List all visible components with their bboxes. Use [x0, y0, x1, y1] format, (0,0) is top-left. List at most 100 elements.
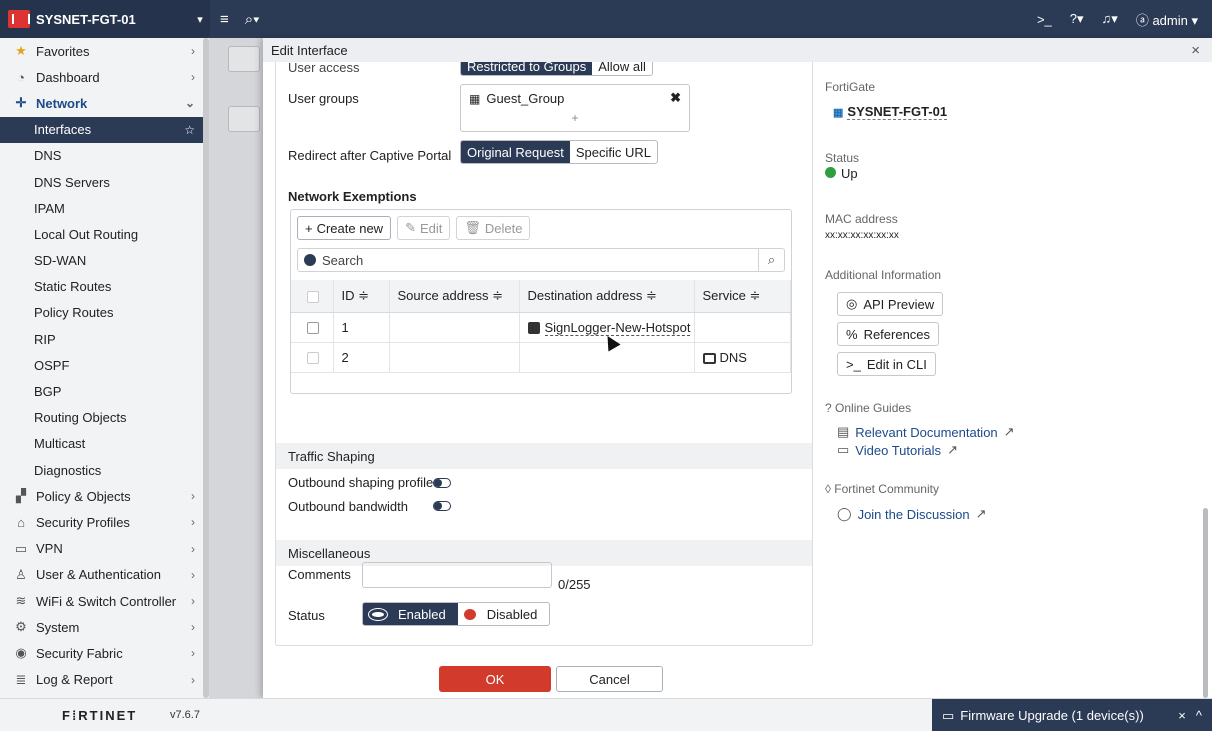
column-header-service[interactable]: Service ≑	[694, 280, 791, 313]
redirect-original-request-option[interactable]: Original Request	[461, 141, 570, 163]
status-enabled-option[interactable]: Enabled	[363, 603, 458, 625]
row-checkbox[interactable]	[307, 322, 319, 335]
sidebar-item-static-routes[interactable]: Static Routes	[0, 274, 209, 300]
info-sidebar: FortiGate ▦ SYSNET-FGT-01 Status Up MAC a…	[823, 78, 1203, 678]
sidebar-item-interfaces[interactable]: Interfaces ☆	[0, 116, 209, 143]
sidebar-item-diagnostics[interactable]: Diagnostics	[0, 457, 209, 483]
sidebar-item-bgp[interactable]: BGP	[0, 378, 209, 404]
row-checkbox[interactable]	[307, 352, 319, 365]
user-groups-field[interactable]: ▦ Guest_Group ✖ +	[460, 84, 690, 132]
column-header-destination[interactable]: Destination address ≑	[519, 280, 695, 313]
create-new-button[interactable]: + Create new	[297, 216, 392, 240]
sidebar-item-security-fabric[interactable]: ◉ Security Fabric ›	[0, 640, 209, 666]
dashboard-icon: ◔	[17, 69, 25, 85]
close-icon[interactable]: ×	[1178, 708, 1186, 723]
edit-interface-panel: Edit Interface × User access Restricted …	[263, 38, 1212, 698]
edit-in-cli-button[interactable]: >_ Edit in CLI	[837, 352, 936, 376]
sidebar-item-favorites[interactable]: ★ Favorites ›	[0, 38, 209, 64]
sidebar-item-dns-servers[interactable]: DNS Servers	[0, 169, 209, 195]
cancel-button[interactable]: Cancel	[556, 666, 663, 692]
sidebar-item-vpn[interactable]: ▭ VPN ›	[0, 536, 209, 562]
edit-in-cli-label: Edit in CLI	[866, 356, 927, 372]
sidebar-item-sd-wan[interactable]: SD-WAN	[0, 248, 209, 274]
video-tutorials-link[interactable]: ▭ Video Tutorials ↗	[837, 442, 958, 458]
column-header-id[interactable]: ID ≑	[333, 280, 390, 313]
device-selector[interactable]: SYSNET-FGT-01 ▾	[0, 0, 210, 38]
chevron-right-icon: ›	[191, 620, 195, 635]
sidebar-item-ospf[interactable]: OSPF	[0, 352, 209, 378]
sidebar-item-network[interactable]: ✛ Network ⌄	[0, 90, 209, 116]
outbound-shaping-profile-toggle[interactable]	[433, 478, 451, 488]
row-checkbox-cell[interactable]	[291, 342, 334, 373]
comments-textarea[interactable]	[362, 562, 552, 588]
sidebar-item-label: DNS Servers	[34, 174, 110, 190]
user-access-restricted-option[interactable]: Restricted to Groups	[461, 62, 593, 75]
status-disabled-option[interactable]: Disabled	[458, 603, 550, 625]
outbound-shaping-profile-label: Outbound shaping profile	[288, 475, 434, 490]
sidebar-item-system[interactable]: ⚙ System ›	[0, 614, 209, 640]
sidebar-item-dns[interactable]: DNS	[0, 143, 209, 169]
fortigate-value[interactable]: ▦ SYSNET-FGT-01	[833, 104, 948, 120]
row-checkbox-cell[interactable]	[291, 312, 334, 343]
chevron-down-icon[interactable]: ▾	[190, 13, 210, 26]
status-enabled-label: Enabled	[398, 606, 446, 622]
search-bar[interactable]: Search ⌕	[297, 248, 785, 272]
enabled-icon	[369, 608, 387, 620]
eye-icon: ◎	[846, 296, 858, 311]
search-icon[interactable]: ⌕	[758, 249, 784, 271]
user-access-toggle[interactable]: Restricted to Groups Allow all	[460, 62, 653, 76]
menu-toggle-icon[interactable]: ≡	[220, 11, 229, 28]
chevron-up-icon[interactable]: ^	[1196, 708, 1202, 723]
api-preview-button[interactable]: ◎ API Preview	[837, 292, 944, 316]
select-all-checkbox-cell[interactable]	[291, 280, 334, 313]
sidebar-item-multicast[interactable]: Multicast	[0, 431, 209, 457]
search-icon[interactable]: ⌕▾	[245, 11, 260, 28]
sidebar-item-local-out-routing[interactable]: Local Out Routing	[0, 221, 209, 247]
notifications-bell-icon[interactable]: ♫▾	[1102, 11, 1118, 27]
relevant-documentation-link[interactable]: ▤ Relevant Documentation ↗	[837, 424, 1015, 440]
cli-console-icon[interactable]: >_	[1037, 12, 1052, 27]
delete-button[interactable]: 🗑 Delete	[456, 216, 531, 240]
ok-button[interactable]: OK	[439, 666, 551, 692]
sidebar-scrollbar[interactable]	[203, 38, 209, 698]
sidebar-item-policy-objects[interactable]: ▞ Policy & Objects ›	[0, 483, 209, 509]
sidebar-item-wifi-switch-controller[interactable]: ≋ WiFi & Switch Controller ›	[0, 588, 209, 614]
references-button[interactable]: % References	[837, 322, 940, 346]
join-discussion-link[interactable]: ◯ Join the Discussion ↗	[837, 506, 986, 522]
sidebar-item-dashboard[interactable]: ◔ Dashboard ›	[0, 64, 209, 90]
cli-icon: >_	[846, 356, 861, 372]
sidebar-item-ipam[interactable]: IPAM	[0, 195, 209, 221]
user-access-allow-all-option[interactable]: Allow all	[592, 62, 652, 75]
add-icon[interactable]: +	[461, 111, 689, 125]
redirect-specific-url-option[interactable]: Specific URL	[570, 141, 657, 163]
sidebar-item-rip[interactable]: RIP	[0, 326, 209, 352]
panel-scrollbar[interactable]	[1203, 508, 1208, 698]
status-toggle[interactable]: Enabled Disabled	[362, 602, 551, 626]
star-outline-icon[interactable]: ☆	[184, 123, 195, 137]
select-all-checkbox[interactable]	[307, 290, 319, 303]
sidebar-item-routing-objects[interactable]: Routing Objects	[0, 405, 209, 431]
sidebar-item-security-profiles[interactable]: ⌂ Security Profiles ›	[0, 509, 209, 535]
cell-source	[389, 342, 520, 373]
sidebar-item-policy-routes[interactable]: Policy Routes	[0, 300, 209, 326]
outbound-bandwidth-toggle[interactable]	[433, 501, 451, 511]
user-menu[interactable]: ⓐ admin ▾	[1136, 10, 1198, 29]
firmware-upgrade-notification[interactable]: ▭ Firmware Upgrade (1 device(s)) × ^	[932, 699, 1212, 731]
sidebar-item-user-authentication[interactable]: ♙ User & Authentication ›	[0, 562, 209, 588]
traffic-shaping-title: Traffic Shaping	[288, 448, 375, 464]
table-row[interactable]: 1 SignLogger-New-Hotspot	[291, 312, 791, 343]
sidebar-item-log-report[interactable]: ≣ Log & Report ›	[0, 667, 209, 693]
column-header-source[interactable]: Source address ≑	[389, 280, 520, 313]
destination-value: SignLogger-New-Hotspot	[544, 319, 691, 336]
chevron-right-icon: ›	[191, 541, 195, 556]
close-icon[interactable]: ×	[1191, 42, 1200, 59]
redirect-toggle[interactable]: Original Request Specific URL	[460, 140, 658, 164]
filter-toggle-icon[interactable]	[304, 254, 316, 266]
wifi-icon: ≋	[15, 593, 27, 609]
help-icon[interactable]: ?▾	[1070, 11, 1084, 27]
search-input[interactable]: Search	[322, 253, 363, 268]
table-row[interactable]: 2 DNS	[291, 342, 791, 373]
remove-icon[interactable]: ✖	[670, 90, 681, 106]
comments-label: Comments	[288, 567, 351, 582]
edit-button[interactable]: ✎ Edit	[397, 216, 451, 240]
